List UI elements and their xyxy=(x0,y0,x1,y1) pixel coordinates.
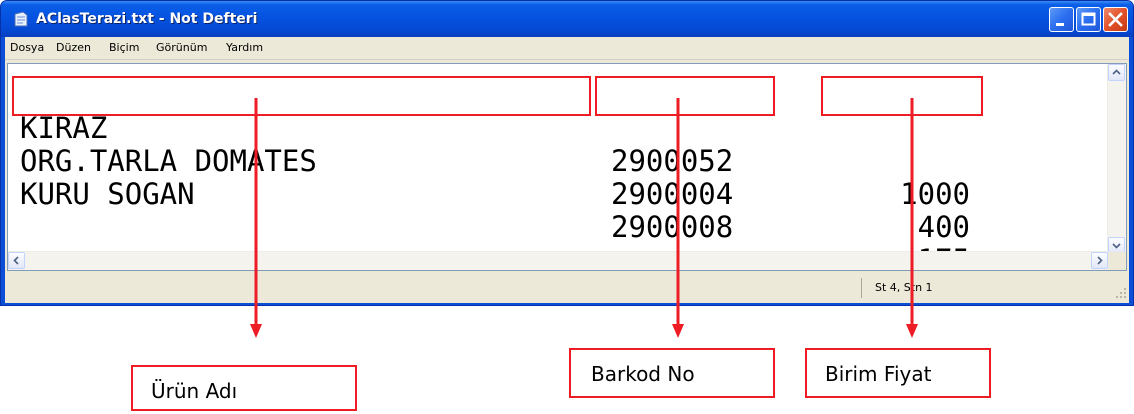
scroll-corner xyxy=(1108,252,1126,270)
text-line: KURU SOGAN 2900008 175 xyxy=(14,145,970,255)
menu-view[interactable]: Görünüm xyxy=(156,41,207,55)
notepad-window: AClasTerazi.txt - Not Defteri Dosya Düze… xyxy=(0,0,1134,306)
chevron-right-icon xyxy=(1097,256,1103,265)
resize-grip-icon[interactable] xyxy=(1115,287,1127,299)
scroll-left-button[interactable] xyxy=(8,252,25,269)
menu-format[interactable]: Biçim xyxy=(109,41,139,55)
menu-edit[interactable]: Düzen xyxy=(56,41,91,55)
cursor-position: St 4, Stn 1 xyxy=(875,281,933,294)
arrowhead-price xyxy=(906,324,918,338)
unit-price: 1000 xyxy=(900,177,970,211)
minimize-icon xyxy=(1056,23,1064,26)
chevron-down-icon xyxy=(1112,243,1121,249)
title-bar[interactable]: AClasTerazi.txt - Not Defteri xyxy=(1,1,1133,37)
close-button[interactable] xyxy=(1103,7,1128,32)
minimize-button[interactable] xyxy=(1049,7,1074,32)
menu-help[interactable]: Yardım xyxy=(226,41,263,55)
horizontal-scrollbar[interactable] xyxy=(8,251,1108,270)
menu-bar: Dosya Düzen Biçim Görünüm Yardım xyxy=(5,37,1129,60)
chevron-up-icon xyxy=(1112,69,1121,75)
label-unit-price: Birim Fiyat xyxy=(805,348,991,398)
arrowhead-product xyxy=(250,324,262,338)
barcode: 2900008 xyxy=(611,210,734,244)
unit-price: 400 xyxy=(917,210,970,244)
status-bar: St 4, Stn 1 xyxy=(5,275,1129,301)
scroll-right-button[interactable] xyxy=(1091,252,1108,269)
label-barcode: Barkod No xyxy=(569,348,775,398)
maximize-icon xyxy=(1081,12,1096,26)
barcode: 2900004 xyxy=(611,177,734,211)
close-icon xyxy=(1108,12,1123,27)
chevron-left-icon xyxy=(13,256,19,265)
label-product-name: Ürün Adı xyxy=(131,365,357,411)
maximize-button[interactable] xyxy=(1076,7,1101,32)
menu-file[interactable]: Dosya xyxy=(10,41,44,55)
scroll-up-button[interactable] xyxy=(1108,64,1125,81)
window-client: Dosya Düzen Biçim Görünüm Yardım KIRAZ 2… xyxy=(5,37,1129,303)
vertical-scrollbar[interactable] xyxy=(1107,64,1126,254)
text-area[interactable]: KIRAZ 2900052 1000 ORG.TARLA DOMATES 290… xyxy=(8,64,1108,255)
barcode: 2900052 xyxy=(611,144,734,178)
arrowhead-barcode xyxy=(672,324,684,338)
notepad-icon xyxy=(14,11,28,27)
text-line: ORG.TARLA DOMATES 2900004 400 xyxy=(14,112,970,244)
text-editor[interactable]: KIRAZ 2900052 1000 ORG.TARLA DOMATES 290… xyxy=(7,63,1127,271)
text-line: KIRAZ 2900052 1000 xyxy=(14,79,970,211)
product-name: KURU SOGAN xyxy=(20,177,195,211)
window-title: AClasTerazi.txt - Not Defteri xyxy=(36,11,258,27)
